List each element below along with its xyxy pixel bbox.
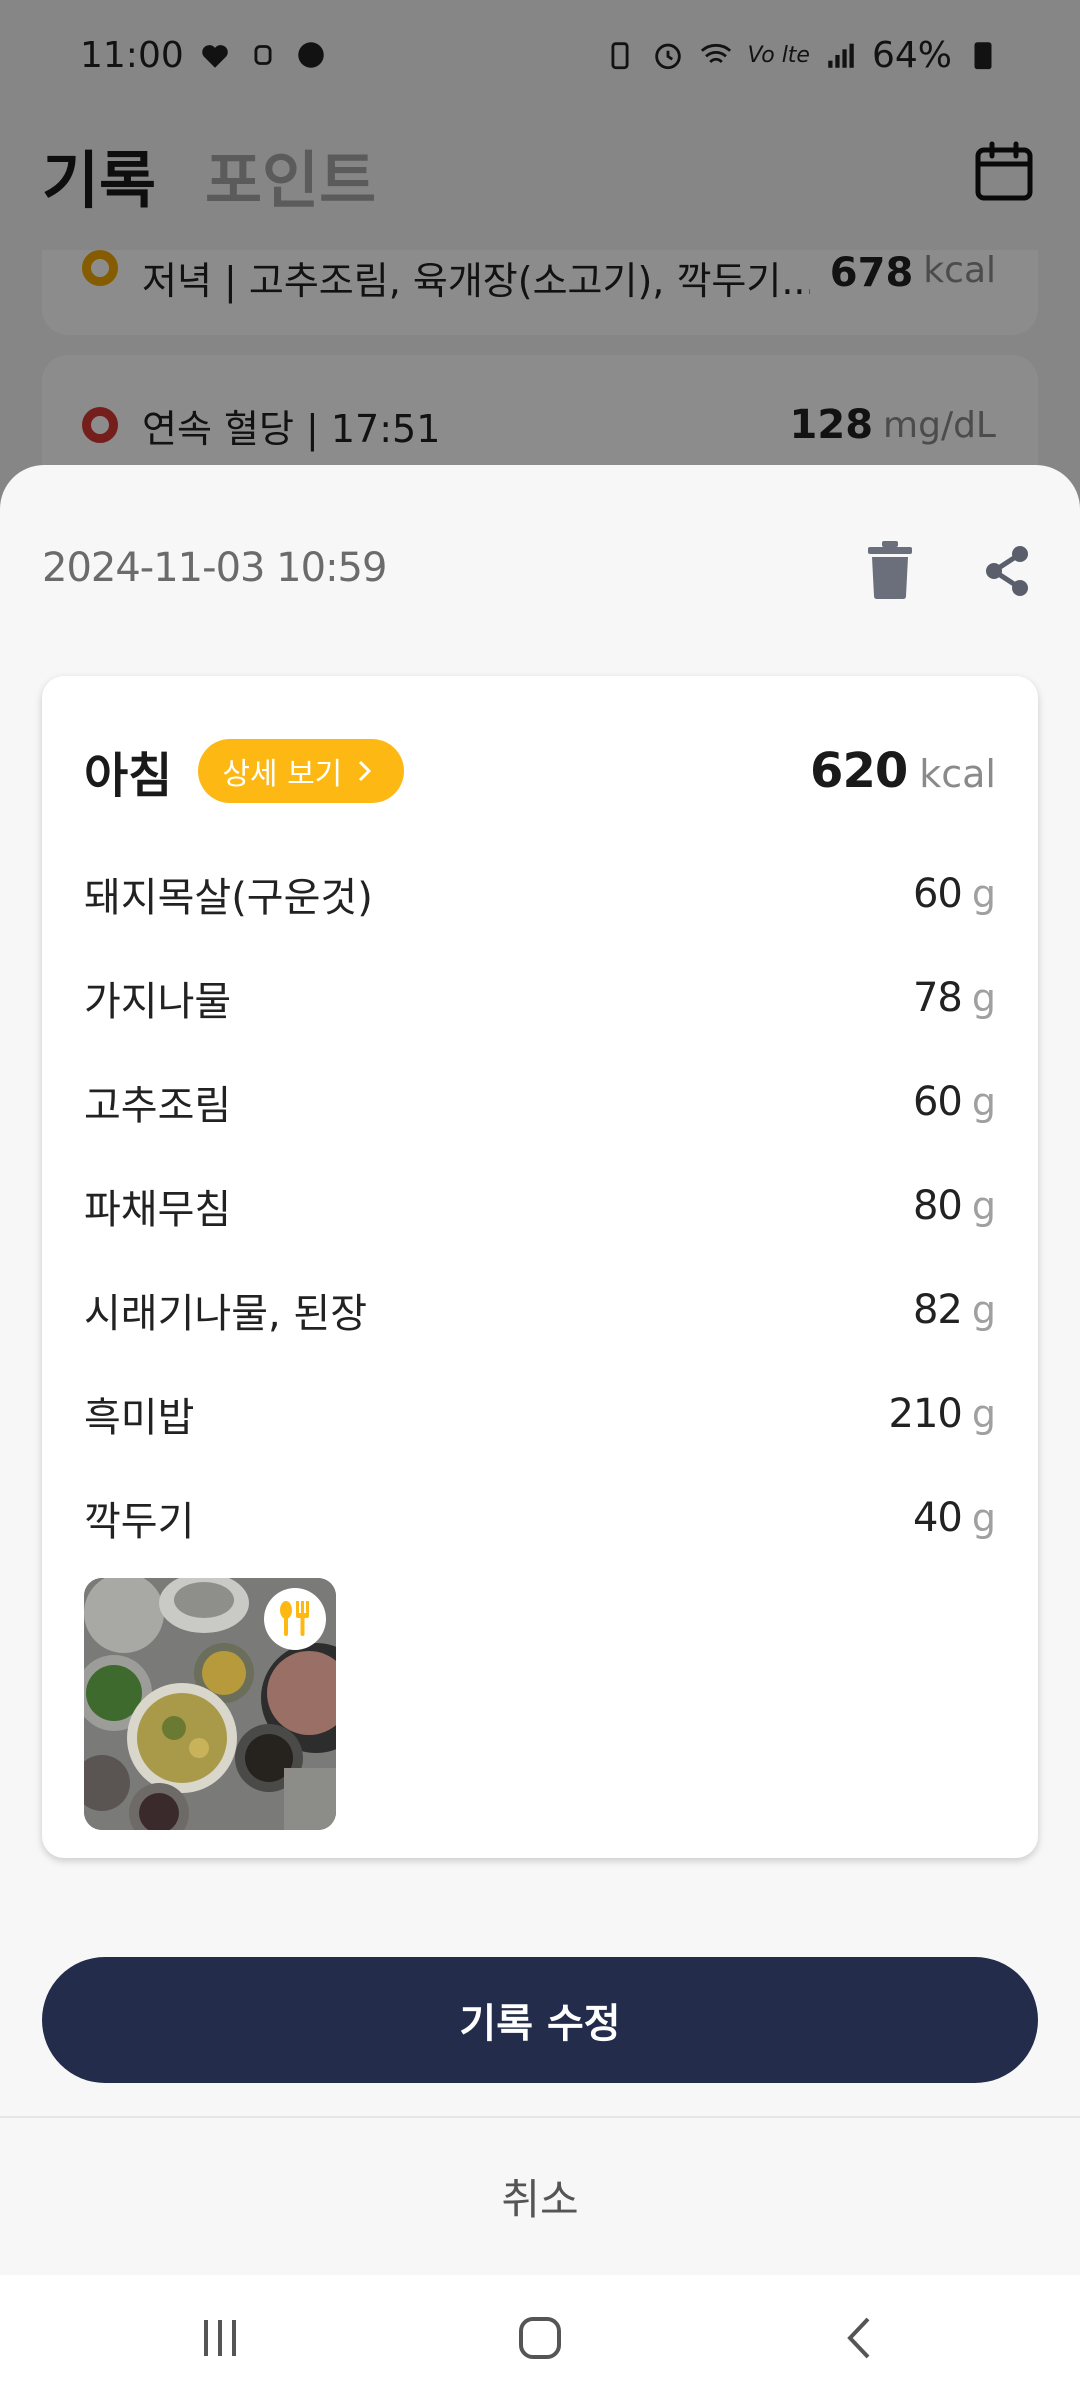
food-amount: 78 g xyxy=(913,975,996,1021)
fork-spoon-icon xyxy=(280,1601,309,1636)
back-icon xyxy=(847,2317,870,2358)
meal-photo[interactable] xyxy=(84,1578,336,1830)
food-amount: 60 g xyxy=(913,1079,996,1125)
chevron-right-icon xyxy=(359,760,372,782)
meal-card: 아침 상세 보기 620 kcal 돼지목살(구운것) 60 g 가지나물 78 g… xyxy=(42,676,1038,1858)
home-icon xyxy=(519,2316,561,2359)
system-nav-bar xyxy=(0,2275,1080,2400)
food-amount-value: 60 xyxy=(912,871,963,917)
food-row: 가지나물 78 g xyxy=(84,946,996,1050)
recents-icon xyxy=(204,2319,236,2356)
share-icon[interactable] xyxy=(982,545,1032,597)
food-name: 흑미밥 xyxy=(84,1395,195,1441)
meal-calories: 620 kcal xyxy=(810,743,996,799)
food-amount-value: 60 xyxy=(912,1079,963,1125)
view-detail-label: 상세 보기 xyxy=(222,757,343,792)
food-name: 깍두기 xyxy=(84,1499,195,1545)
record-datetime: 2024-11-03 10:59 xyxy=(42,545,387,591)
food-amount-unit: g xyxy=(971,1392,996,1436)
food-amount-unit: g xyxy=(971,872,996,916)
food-row: 돼지목살(구운것) 60 g xyxy=(84,842,996,946)
food-list: 돼지목살(구운것) 60 g 가지나물 78 g 고추조림 60 g 파채무침 80 g… xyxy=(84,842,996,1570)
food-row: 파채무침 80 g xyxy=(84,1154,996,1258)
food-amount: 40 g xyxy=(913,1495,996,1541)
food-row: 시래기나물, 된장 82 g xyxy=(84,1258,996,1362)
food-amount-value: 40 xyxy=(912,1495,963,1541)
food-amount: 210 g xyxy=(889,1391,996,1437)
food-name: 돼지목살(구운것) xyxy=(84,875,373,921)
edit-record-button[interactable]: 기록 수정 xyxy=(42,1957,1038,2083)
view-detail-button[interactable]: 상세 보기 xyxy=(198,739,405,803)
back-button[interactable] xyxy=(820,2298,900,2378)
food-row: 고추조림 60 g xyxy=(84,1050,996,1154)
calories-value: 620 xyxy=(810,743,908,799)
meal-name: 아침 xyxy=(84,748,173,804)
record-detail-sheet: 2024-11-03 10:59 아침 상세 보기 620 kcal 돼지목살(… xyxy=(0,465,1080,2275)
food-amount-unit: g xyxy=(971,1184,996,1228)
food-name: 고추조림 xyxy=(84,1083,232,1129)
cancel-button[interactable]: 취소 xyxy=(0,2118,1080,2275)
food-name: 파채무침 xyxy=(84,1187,232,1233)
food-amount-value: 82 xyxy=(912,1287,963,1333)
home-button[interactable] xyxy=(500,2298,580,2378)
food-row: 깍두기 40 g xyxy=(84,1466,996,1570)
food-amount-value: 80 xyxy=(912,1183,963,1229)
food-amount-value: 210 xyxy=(888,1391,963,1437)
fork-spoon-badge xyxy=(264,1588,326,1650)
food-amount-unit: g xyxy=(971,976,996,1020)
food-amount: 82 g xyxy=(913,1287,996,1333)
food-name: 시래기나물, 된장 xyxy=(84,1291,368,1337)
food-amount-unit: g xyxy=(971,1496,996,1540)
food-amount: 60 g xyxy=(913,871,996,917)
calories-unit: kcal xyxy=(919,752,996,796)
food-name: 가지나물 xyxy=(84,979,232,1025)
food-row: 흑미밥 210 g xyxy=(84,1362,996,1466)
food-amount-value: 78 xyxy=(912,975,963,1021)
meal-header: 아침 상세 보기 620 kcal xyxy=(84,736,996,806)
trash-icon[interactable] xyxy=(866,541,914,599)
sheet-header: 2024-11-03 10:59 xyxy=(0,465,1080,675)
food-amount-unit: g xyxy=(971,1080,996,1124)
food-amount: 80 g xyxy=(913,1183,996,1229)
food-amount-unit: g xyxy=(971,1288,996,1332)
recents-button[interactable] xyxy=(180,2298,260,2378)
